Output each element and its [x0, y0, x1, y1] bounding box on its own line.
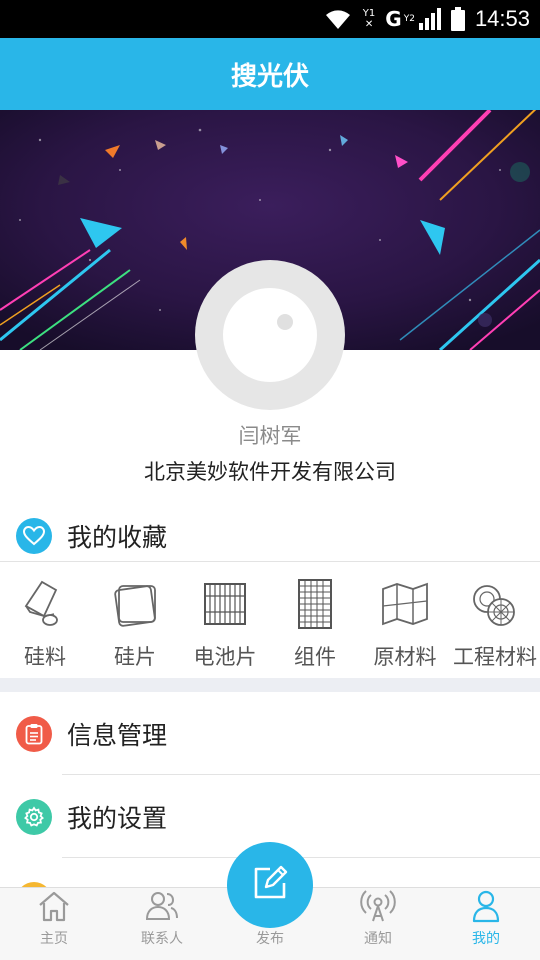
category-silicon-material[interactable]: 硅料 [0, 563, 90, 678]
wafer-icon [109, 571, 161, 637]
publish-button[interactable] [227, 842, 313, 928]
menu-label: 信息管理 [67, 721, 168, 750]
category-cell[interactable]: 电池片 [180, 563, 270, 678]
category-label: 硅片 [114, 645, 156, 669]
divider [62, 774, 540, 775]
gear-icon [16, 799, 52, 835]
user-icon [471, 888, 501, 924]
title-bar: 搜光伏 [0, 38, 540, 110]
battery-icon [450, 7, 465, 31]
section-divider [0, 678, 540, 692]
avatar-placeholder-icon [223, 288, 317, 382]
avatar[interactable] [195, 260, 345, 410]
category-label: 硅料 [24, 645, 66, 669]
tab-label: 主页 [40, 931, 68, 947]
broadcast-icon [360, 888, 396, 924]
category-raw-material[interactable]: 原材料 [360, 563, 450, 678]
home-icon [37, 888, 71, 924]
silicon-material-icon [20, 571, 70, 637]
category-engineering-material[interactable]: 工程材料 [450, 563, 540, 678]
tab-label: 联系人 [141, 931, 183, 947]
signal-icon: G Y2 [385, 7, 441, 31]
wifi-icon [323, 7, 353, 31]
category-label: 工程材料 [453, 645, 537, 669]
category-wafer[interactable]: 硅片 [90, 563, 180, 678]
category-label: 电池片 [193, 645, 257, 669]
heart-icon [16, 517, 52, 554]
favorites-header[interactable]: 我的收藏 [0, 510, 540, 562]
tab-contacts[interactable]: 联系人 [108, 888, 216, 960]
cell-icon [202, 571, 248, 637]
category-label: 组件 [294, 645, 336, 669]
tab-label: 我的 [472, 931, 500, 947]
contacts-icon [145, 888, 179, 924]
menu-info-management[interactable]: 信息管理 [0, 693, 540, 775]
category-label: 原材料 [373, 645, 437, 669]
clock: 14:53 [474, 6, 530, 31]
tab-label: 通知 [364, 931, 392, 947]
raw-material-icon [380, 571, 430, 637]
tab-me[interactable]: 我的 [432, 888, 540, 960]
category-module[interactable]: 组件 [270, 563, 360, 678]
page-title: 搜光伏 [230, 61, 309, 92]
screen: Y1 ✕ G Y2 14:53 搜光伏 闫树军 北京美妙软件开发有限公司 我的收… [0, 0, 540, 960]
sim1-icon: Y1 ✕ [362, 8, 376, 30]
menu-label: 我的设置 [67, 804, 168, 833]
tab-notifications[interactable]: 通知 [324, 888, 432, 960]
edit-icon [250, 863, 290, 907]
company-name: 北京美妙软件开发有限公司 [144, 460, 396, 484]
engineering-material-icon [470, 571, 520, 637]
clipboard-icon [16, 716, 52, 752]
favorites-title: 我的收藏 [67, 522, 168, 552]
tab-label: 发布 [256, 931, 284, 947]
module-icon [297, 571, 333, 637]
tab-home[interactable]: 主页 [0, 888, 108, 960]
status-bar: Y1 ✕ G Y2 14:53 [0, 0, 540, 38]
favorites-categories: 硅料 硅片 电池片 组件 原材料 工程材料 [0, 563, 540, 678]
user-name: 闫树军 [238, 424, 302, 448]
